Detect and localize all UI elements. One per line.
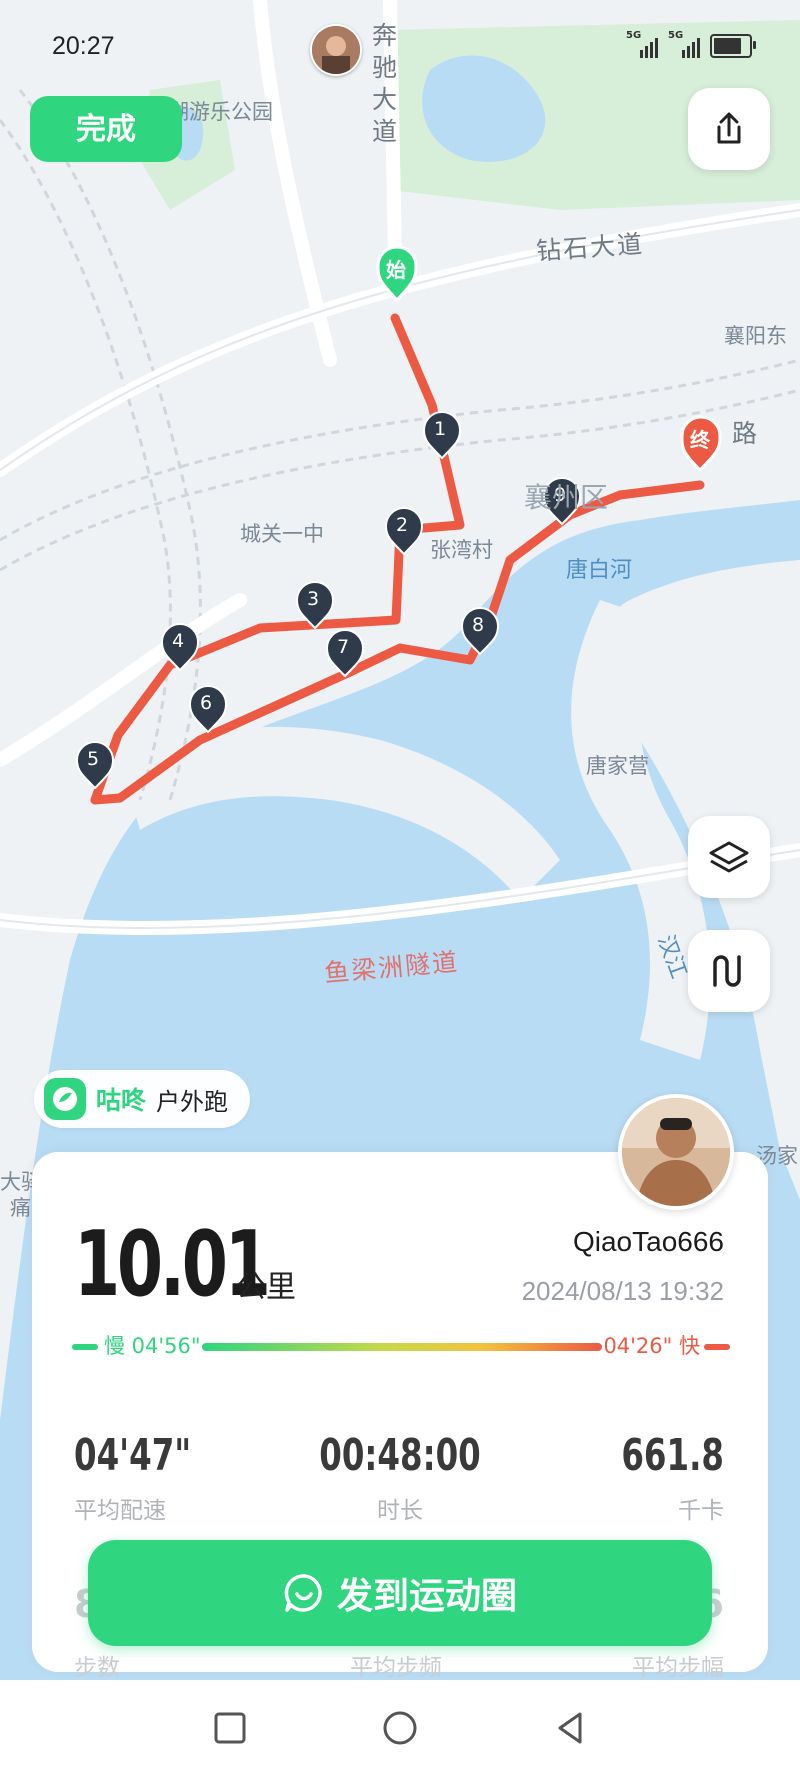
share-icon — [717, 112, 741, 144]
gudong-logo-icon — [44, 1078, 86, 1120]
pace-fast-label: 04'26" 快 — [603, 1334, 700, 1358]
workout-datetime: 2024/08/13 19:32 — [521, 1276, 724, 1306]
km-label-4: 4 — [172, 630, 185, 652]
signal-icon: 5G — [626, 30, 658, 58]
slow-dash — [72, 1344, 98, 1350]
post-button-label: 发到运动圈 — [336, 1576, 517, 1617]
map-label-zuanshi: 钻石大道 — [535, 229, 646, 266]
map-label-xiangyang-east: 襄阳东 — [724, 324, 787, 348]
stat-value: 00:48:00 — [319, 1430, 481, 1481]
fast-dash — [704, 1344, 730, 1350]
home-button[interactable] — [376, 1704, 424, 1752]
end-label: 终 — [690, 428, 710, 452]
stat-label: 时长 — [377, 1498, 423, 1524]
route-style-button[interactable] — [688, 930, 770, 1012]
stat-calories: 661.8 千卡 — [524, 1430, 724, 1525]
stat-label: 平均配速 — [74, 1498, 166, 1524]
pace-range-bar: 慢 04'56" 04'26" 快 — [72, 1330, 730, 1362]
system-nav-bar — [0, 1680, 800, 1776]
username: QiaoTao666 — [572, 1226, 724, 1257]
map-label-zhangwan: 张湾村 — [430, 538, 493, 562]
post-to-feed-button[interactable]: 发到运动圈 — [88, 1540, 712, 1646]
layers-icon — [709, 841, 749, 873]
map-label-tangbai: 唐白河 — [566, 558, 633, 583]
signal-icon-2: 5G — [668, 30, 700, 58]
stat-value: 04'47" — [74, 1430, 192, 1481]
share-button[interactable] — [688, 88, 770, 170]
stat-cadence-label: 平均步频 — [350, 1655, 442, 1681]
route-curve-icon — [713, 955, 741, 987]
user-avatar[interactable] — [618, 1094, 734, 1210]
recent-apps-button[interactable] — [206, 1704, 254, 1752]
notification-avatar — [310, 24, 362, 76]
stat-value: 661.8 — [621, 1430, 724, 1481]
stat-duration: 00:48:00 时长 — [300, 1430, 500, 1525]
triangle-back-icon — [558, 1712, 582, 1744]
pace-slow-label: 慢 04'56" — [104, 1334, 201, 1358]
status-icons: 5G 5G — [626, 30, 756, 58]
back-button[interactable] — [546, 1704, 594, 1752]
stat-avg-pace: 04'47" 平均配速 — [74, 1430, 217, 1525]
start-label: 始 — [386, 258, 406, 282]
brand-name: 咕咚 — [96, 1086, 147, 1115]
map-label-park: 湖游乐公园 — [168, 100, 273, 124]
map-label-left-edge-2: 痛 — [10, 1196, 31, 1220]
square-icon — [214, 1712, 246, 1744]
distance-unit: 公里 — [236, 1270, 296, 1305]
battery-icon — [710, 34, 756, 58]
km-label-8: 8 — [472, 614, 485, 636]
chat-smile-icon — [284, 1574, 322, 1612]
km-label-2: 2 — [396, 514, 409, 536]
map-label-district: 襄州区 — [524, 481, 609, 514]
km-label-6: 6 — [200, 692, 213, 714]
circle-icon — [383, 1711, 417, 1745]
done-button[interactable]: 完成 — [30, 96, 182, 162]
map-label-tangjiaying: 唐家营 — [586, 754, 649, 778]
km-label-7: 7 — [337, 636, 350, 658]
status-time: 20:27 — [52, 32, 115, 60]
km-label-3: 3 — [307, 588, 320, 610]
map-label-benchi-4: 道 — [372, 117, 400, 146]
stat-label: 千卡 — [678, 1498, 724, 1524]
map-label-road-ne: 路 — [732, 419, 760, 448]
activity-type: 户外跑 — [156, 1087, 229, 1116]
km-label-1: 1 — [434, 418, 447, 440]
pace-gradient — [202, 1343, 602, 1351]
status-bar: 20:27 5G 5G — [0, 0, 800, 100]
km-label-5: 5 — [87, 748, 100, 770]
stat-stride-label: 平均步幅 — [632, 1655, 724, 1681]
stat-steps-label: 步数 — [74, 1655, 120, 1681]
map-label-chengguan: 城关一中 — [240, 522, 324, 546]
map-layers-button[interactable] — [688, 816, 770, 898]
app-brand-pill: 咕咚 户外跑 — [34, 1070, 251, 1128]
